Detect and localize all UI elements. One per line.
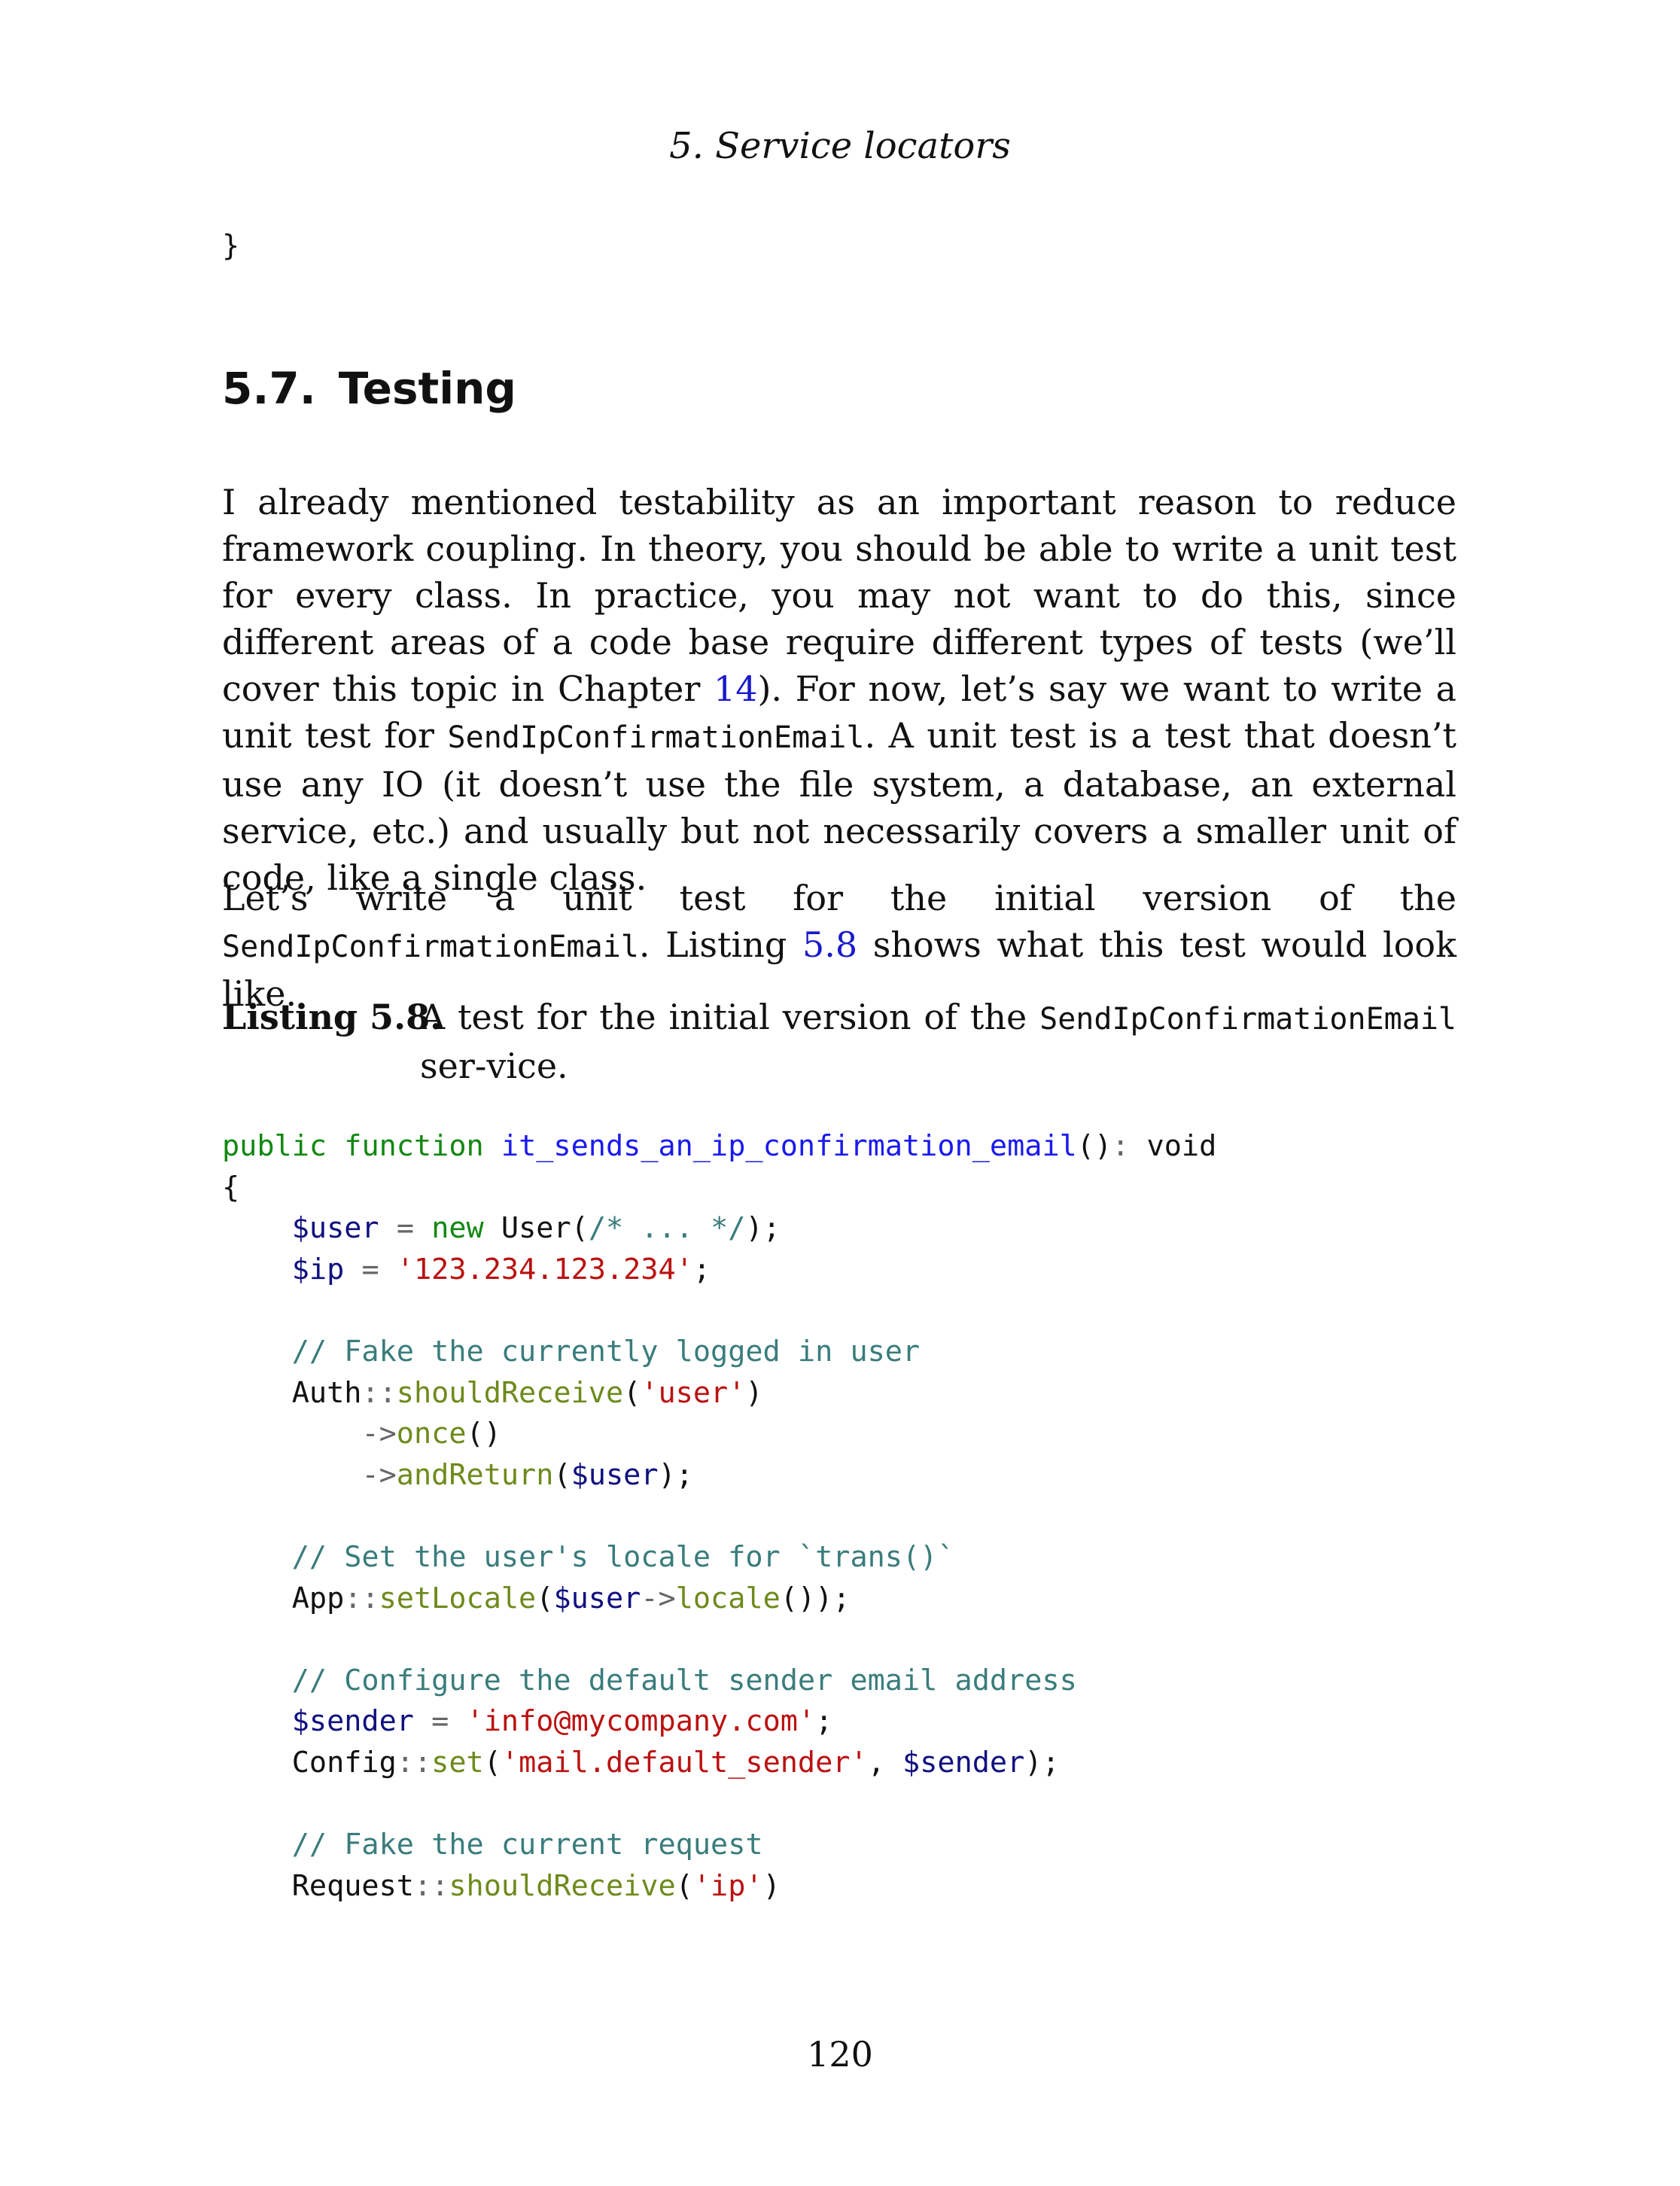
code-method: locale <box>675 1581 781 1615</box>
code-class: Config <box>291 1745 397 1780</box>
section-title: Testing <box>338 363 516 414</box>
page-number: 120 <box>807 2034 873 2075</box>
code-token: ) <box>762 1868 781 1903</box>
code-operator: :: <box>413 1868 449 1903</box>
chapter-link[interactable]: 14 <box>714 668 758 709</box>
code-comment: // Fake the current request <box>291 1828 763 1862</box>
code-operator: : <box>1112 1129 1130 1163</box>
code-token: ( <box>623 1375 641 1410</box>
code-operator: :: <box>361 1375 397 1410</box>
code-token: ( <box>675 1868 693 1903</box>
code-method: shouldReceive <box>396 1375 624 1410</box>
code-token: ( <box>536 1581 554 1615</box>
listing-link[interactable]: 5.8 <box>802 924 857 965</box>
code-string: 'mail.default_sender' <box>501 1745 868 1780</box>
code-operator: = <box>396 1211 414 1246</box>
text-run: ser-vice. <box>420 1046 568 1086</box>
code-token: () <box>466 1417 501 1451</box>
code-keyword: public <box>222 1129 327 1163</box>
code-comment: // Configure the default sender email ad… <box>291 1663 1077 1697</box>
code-token: ); <box>745 1211 781 1246</box>
code-type: void <box>1146 1129 1217 1163</box>
code-token: { <box>222 1170 240 1204</box>
listing-caption: Listing 5.8. A test for the initial vers… <box>222 994 1456 1089</box>
text-run: . Listing <box>638 924 802 965</box>
code-string: '123.234.123.234' <box>396 1252 693 1286</box>
code-string: 'ip' <box>692 1868 763 1903</box>
listing-caption-text: A test for the initial version of the Se… <box>420 994 1456 1089</box>
inline-code: SendIpConfirmationEmail <box>222 930 639 964</box>
code-keyword: new <box>431 1211 484 1246</box>
section-heading: 5.7. Testing <box>222 361 516 416</box>
code-method: shouldReceive <box>449 1868 676 1903</box>
code-method: set <box>431 1745 484 1780</box>
code-keyword: function <box>344 1129 484 1163</box>
code-token: ; <box>692 1252 711 1286</box>
running-head: 5. Service locators <box>669 125 1011 167</box>
code-token: ); <box>658 1457 693 1492</box>
code-class: App <box>291 1581 345 1615</box>
code-token: } <box>222 229 240 263</box>
code-variable: $user <box>553 1581 641 1615</box>
code-token: ) <box>745 1375 763 1410</box>
code-comment: /* ... */ <box>588 1211 746 1246</box>
code-token: User( <box>501 1211 589 1246</box>
section-number: 5.7. <box>222 363 316 414</box>
code-operator: -> <box>361 1417 397 1451</box>
code-function-name: it_sends_an_ip_confirmation_email <box>501 1129 1077 1163</box>
code-variable: $user <box>571 1457 659 1492</box>
code-variable: $sender <box>902 1745 1025 1780</box>
code-method: setLocale <box>379 1581 537 1615</box>
code-operator: -> <box>641 1581 676 1615</box>
paragraph-testability: I already mentioned testability as an im… <box>222 479 1456 901</box>
code-operator: = <box>431 1704 449 1739</box>
code-token: ( <box>553 1457 571 1492</box>
code-operator: -> <box>361 1457 397 1492</box>
code-token: , <box>867 1745 885 1780</box>
code-operator: :: <box>344 1581 379 1615</box>
code-token: ( <box>483 1745 501 1780</box>
code-token: () <box>1076 1129 1112 1163</box>
code-class: Request <box>291 1868 414 1903</box>
inline-code: SendIpConfirmationEmail <box>447 720 865 755</box>
code-variable: $user <box>291 1211 379 1246</box>
code-class: Auth <box>291 1375 362 1410</box>
code-comment: // Fake the currently logged in user <box>291 1334 921 1369</box>
code-string: 'info@mycompany.com' <box>466 1704 816 1739</box>
code-string: 'user' <box>641 1375 746 1410</box>
code-fragment-closing-brace: } <box>222 226 239 267</box>
code-method: andReturn <box>396 1457 554 1492</box>
inline-code: SendIpConfirmationEmail <box>1039 1002 1456 1037</box>
text-run: Let’s write a unit test for the initial … <box>222 878 1456 918</box>
code-token: ); <box>1024 1745 1060 1780</box>
code-method: once <box>396 1417 467 1451</box>
code-token: ; <box>815 1704 833 1739</box>
text-run: A test for the initial version of the <box>420 997 1040 1037</box>
code-operator: :: <box>396 1745 432 1780</box>
code-comment: // Set the user's locale for `trans()` <box>291 1539 955 1574</box>
code-listing: public function it_sends_an_ip_confirmat… <box>222 1126 1216 1907</box>
code-variable: $ip <box>291 1252 345 1286</box>
listing-label: Listing 5.8. <box>222 997 443 1037</box>
code-token: ()); <box>780 1581 851 1615</box>
code-operator: = <box>361 1252 379 1286</box>
code-variable: $sender <box>291 1704 414 1739</box>
